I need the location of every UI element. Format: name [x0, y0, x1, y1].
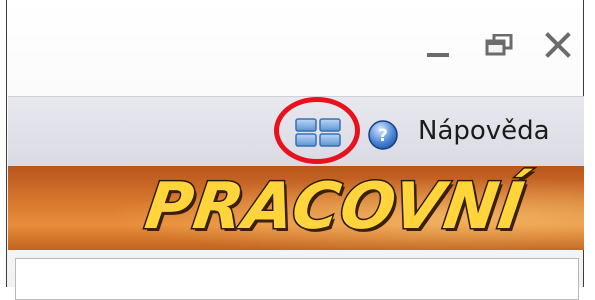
help-icon: ?: [368, 120, 398, 150]
close-button[interactable]: [543, 30, 573, 60]
help-label[interactable]: Nápověda: [418, 116, 550, 146]
svg-text:?: ?: [378, 126, 388, 146]
content-area: [15, 258, 579, 300]
layout-grid-button[interactable]: [295, 118, 343, 148]
restore-icon: [485, 33, 513, 56]
app-window: ? Nápověda PRACOVNÍ: [6, 0, 584, 300]
module-banner: PRACOVNÍ: [8, 166, 584, 250]
layout-grid-icon: [295, 118, 341, 147]
restore-button[interactable]: [485, 33, 513, 56]
help-button[interactable]: ?: [367, 119, 399, 151]
minimize-button[interactable]: [427, 53, 449, 57]
banner-title: PRACOVNÍ: [139, 169, 530, 246]
ribbon-bar: ? Nápověda: [8, 96, 584, 167]
close-icon: [545, 32, 571, 58]
